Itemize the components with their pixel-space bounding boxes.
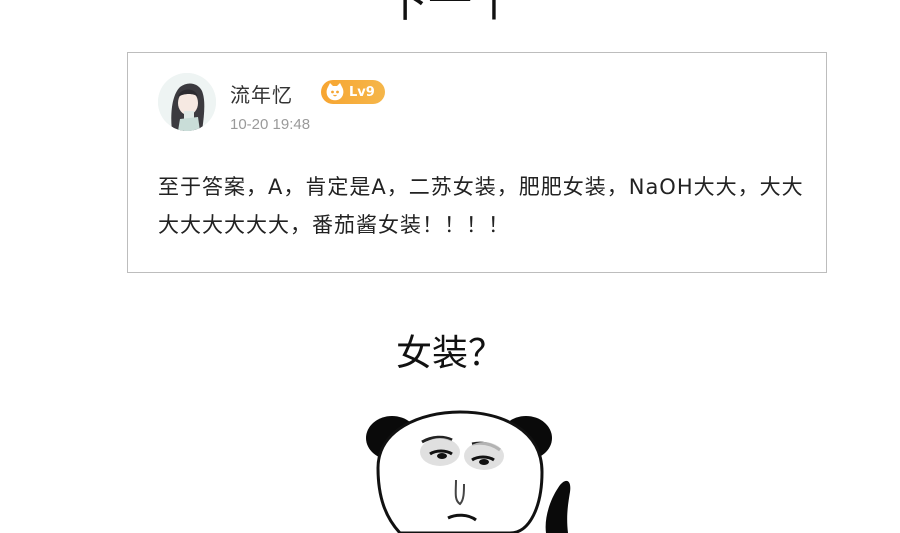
user-avatar[interactable] [158,73,216,131]
comment-body: 至于答案，A，肯定是A，二苏女装，肥肥女装，NaOH大大，大大大大大大大大，番茄… [158,175,804,237]
panda-meme-icon [366,410,571,533]
comment-card: 流年忆 Lv9 10-20 19:48 至于答案，A，肯定是A，二苏女装，肥肥女… [127,52,827,273]
comment-timestamp: 10-20 19:48 [230,116,311,133]
cat-icon [325,83,345,101]
panda-meme [360,408,590,533]
user-name[interactable]: 流年忆 [230,79,293,108]
level-badge: Lv9 [321,80,385,104]
middle-heading: 女装？ [395,333,504,374]
level-label: Lv9 [349,84,375,100]
top-heading: 下一个 [384,0,516,27]
page: 下一个 流年忆 Lv9 10-20 19:48 至于答案，A，肯定是A，二苏女装… [0,0,900,533]
anime-girl-avatar-icon [158,73,216,131]
